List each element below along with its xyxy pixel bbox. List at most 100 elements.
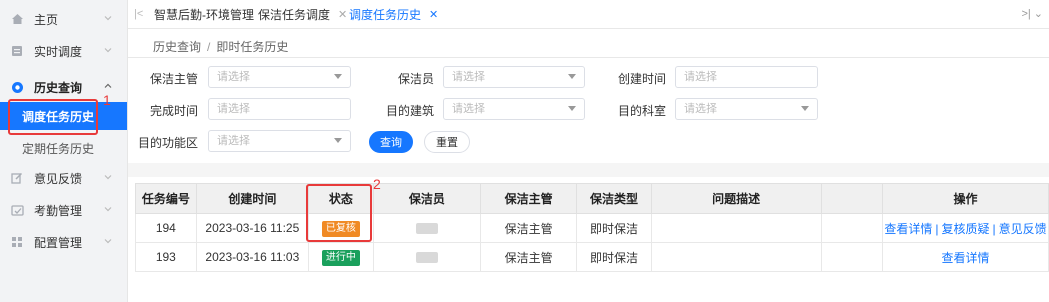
caret-down-icon <box>801 106 809 111</box>
col-blank <box>820 183 884 214</box>
department-label: 目的科室 <box>617 104 666 118</box>
grid-icon <box>10 235 24 249</box>
placeholder: 请选择 <box>684 71 717 83</box>
building-select[interactable]: 请选择 <box>443 98 585 120</box>
cleaner-cell <box>372 242 481 272</box>
divider <box>128 57 1049 58</box>
table-row: 194 2023-03-16 11:25 已复核 保洁主管 即时保洁 查看详情 |… <box>135 213 1049 243</box>
table-row: 193 2023-03-16 11:03 进行中 保洁主管 即时保洁 查看详情 <box>135 242 1049 272</box>
department-select[interactable]: 请选择 <box>675 98 818 120</box>
scroll-right-icon[interactable]: >| ⌄ <box>1021 7 1043 20</box>
tab-cleaning-dispatch[interactable]: 保洁任务调度 ✕ <box>258 0 347 28</box>
sidebar-item-attendance[interactable]: 考勤管理 <box>0 194 127 226</box>
supervisor-select[interactable]: 请选择 <box>208 66 351 88</box>
status-badge: 进行中 <box>321 249 360 266</box>
highlight-box-1 <box>8 99 98 135</box>
view-detail-link[interactable]: 查看详情 <box>884 222 932 236</box>
sidebar-item-label: 主页 <box>34 12 59 27</box>
col-created-time: 创建时间 <box>195 183 310 214</box>
view-detail-link[interactable]: 查看详情 <box>942 251 990 265</box>
function-area-label: 目的功能区 <box>137 136 198 150</box>
sidebar-item-label: 考勤管理 <box>34 203 83 218</box>
breadcrumb: 历史查询 / 即时任务历史 <box>153 40 289 54</box>
created-time: 2023-03-16 11:25 <box>195 213 310 243</box>
sidebar-item-label: 历史查询 <box>34 80 83 95</box>
cleaner-select[interactable]: 请选择 <box>443 66 585 88</box>
placeholder: 请选择 <box>217 103 250 115</box>
finished-time-label: 完成时间 <box>149 104 198 118</box>
clean-type: 即时保洁 <box>576 213 652 243</box>
finished-time-input[interactable]: 请选择 <box>208 98 351 120</box>
actions-cell: 查看详情 <box>882 242 1049 272</box>
reset-button[interactable]: 重置 <box>424 131 470 153</box>
sidebar-item-feedback[interactable]: 意见反馈 <box>0 162 127 194</box>
supervisor: 保洁主管 <box>479 213 578 243</box>
chevron-down-icon <box>104 16 112 21</box>
chevron-down-icon <box>104 207 112 212</box>
sidebar-item-label: 实时调度 <box>34 44 83 59</box>
supervisor: 保洁主管 <box>479 242 578 272</box>
tab-label: 保洁任务调度 <box>258 7 331 22</box>
function-area-select[interactable]: 请选择 <box>208 130 351 152</box>
annotation-2: 2 <box>373 176 381 192</box>
close-icon[interactable]: ✕ <box>338 8 347 21</box>
created-time-label: 创建时间 <box>617 72 666 86</box>
clean-type: 即时保洁 <box>576 242 652 272</box>
col-cleaner: 保洁员 <box>372 183 481 214</box>
placeholder: 请选择 <box>452 103 485 115</box>
col-supervisor: 保洁主管 <box>479 183 578 214</box>
chevron-down-icon <box>104 239 112 244</box>
created-time-input[interactable]: 请选择 <box>675 66 818 88</box>
col-actions: 操作 <box>882 183 1049 214</box>
caret-down-icon <box>334 74 342 79</box>
sidebar: 主页 实时调度 历史查询 调度任务历史 定期任务历史 意见反馈 考勤管理 配置管… <box>0 0 128 302</box>
cleaner-cell <box>372 213 481 243</box>
placeholder: 请选择 <box>684 103 717 115</box>
tab-label: 调度任务历史 <box>349 7 422 22</box>
feedback-link[interactable]: 意见反馈 <box>999 222 1047 236</box>
status-cell: 进行中 <box>308 242 374 272</box>
col-clean-type: 保洁类型 <box>576 183 652 214</box>
breadcrumb-item: 即时任务历史 <box>216 40 289 54</box>
placeholder: 请选择 <box>217 71 250 83</box>
actions-cell: 查看详情 | 复核质疑 | 意见反馈 <box>882 213 1049 243</box>
table-header-row: 任务编号 创建时间 状态 保洁员 保洁主管 保洁类型 问题描述 操作 <box>135 183 1049 214</box>
blank-cell <box>820 213 884 243</box>
chevron-down-icon <box>104 48 112 53</box>
description <box>650 213 822 243</box>
home-icon <box>10 12 24 26</box>
supervisor-label: 保洁主管 <box>149 72 198 86</box>
section-separator <box>128 163 1049 177</box>
caret-down-icon <box>568 74 576 79</box>
tab-environment-management[interactable]: 智慧后勤-环境管理 <box>154 0 254 28</box>
query-button[interactable]: 查询 <box>369 131 413 153</box>
cleaner-label: 保洁员 <box>397 72 434 86</box>
scroll-left-icon[interactable]: |< <box>134 8 143 20</box>
redacted-name <box>415 252 438 264</box>
edit-icon <box>10 171 24 185</box>
close-icon[interactable]: ✕ <box>429 8 438 21</box>
task-id: 194 <box>135 213 197 243</box>
caret-down-icon <box>568 106 576 111</box>
sidebar-item-label: 意见反馈 <box>34 171 83 186</box>
sidebar-item-realtime[interactable]: 实时调度 <box>0 35 127 67</box>
created-time: 2023-03-16 11:03 <box>195 242 310 272</box>
highlight-box-2 <box>306 184 372 242</box>
tab-dispatch-history[interactable]: 调度任务历史 ✕ <box>349 0 438 28</box>
task-id: 193 <box>135 242 197 272</box>
placeholder: 请选择 <box>217 135 250 147</box>
review-question-link[interactable]: 复核质疑 <box>942 222 990 236</box>
sidebar-item-label: 配置管理 <box>34 235 83 250</box>
breadcrumb-item[interactable]: 历史查询 <box>153 40 201 54</box>
caret-down-icon <box>334 138 342 143</box>
col-task-id: 任务编号 <box>135 183 197 214</box>
sidebar-item-home[interactable]: 主页 <box>0 3 127 35</box>
task-history-table: 任务编号 创建时间 状态 保洁员 保洁主管 保洁类型 问题描述 操作 194 2… <box>135 183 1049 272</box>
history-icon <box>10 80 24 94</box>
sidebar-item-config[interactable]: 配置管理 <box>0 226 127 258</box>
placeholder: 请选择 <box>452 71 485 83</box>
description <box>650 242 822 272</box>
building-label: 目的建筑 <box>385 104 434 118</box>
tab-label: 智慧后勤-环境管理 <box>154 7 254 22</box>
monitor-icon <box>10 44 24 58</box>
